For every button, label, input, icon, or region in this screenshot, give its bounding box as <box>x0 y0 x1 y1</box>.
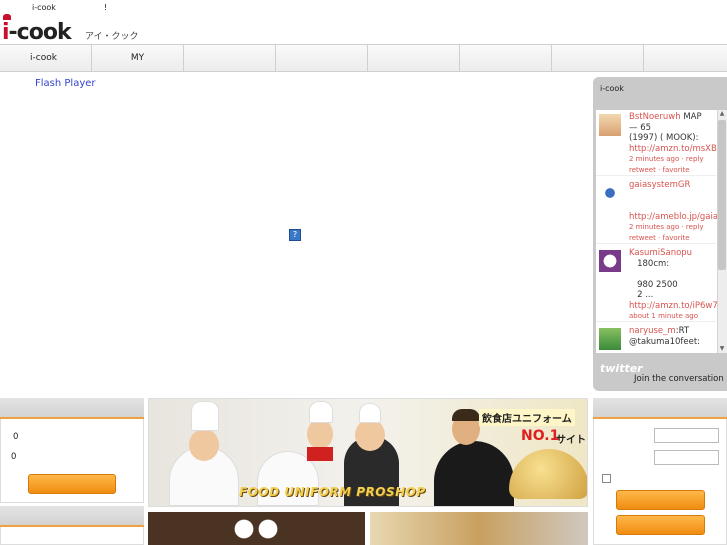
flash-player-link[interactable]: Flash Player <box>35 78 96 89</box>
chef-hat-icon <box>3 14 11 20</box>
nav-item-5[interactable] <box>368 45 460 71</box>
nav-item-6[interactable] <box>460 45 552 71</box>
header-exclaim: ! <box>104 3 108 12</box>
tweet-meta[interactable]: 2 minutes ago · reply <box>629 155 704 163</box>
register-button[interactable] <box>616 515 705 535</box>
count-value-2: 0 <box>11 452 17 462</box>
nav-item-home[interactable]: i-cook <box>0 45 92 71</box>
avatar[interactable] <box>599 328 621 350</box>
promo-banner-3[interactable] <box>370 512 588 545</box>
twitter-feed: BstNoeruwh MAP — 65 (1997) ( MOOK): http… <box>596 110 727 353</box>
site-header: i-cook ! i-cook アイ・クック <box>0 0 727 45</box>
tweet-user[interactable]: BstNoeruwh <box>629 112 681 122</box>
tweet-meta[interactable]: 2 minutes ago · reply <box>629 223 704 231</box>
scrollbar-thumb[interactable] <box>718 120 726 270</box>
twitter-widget: i-cook BstNoeruwh MAP — 65 (1997) ( MOOK… <box>593 77 727 391</box>
nav-item-8[interactable] <box>644 45 727 71</box>
banner-uniform-text: 飲食店ユニフォーム <box>479 409 575 426</box>
right-box-header <box>593 398 727 419</box>
uniform-banner[interactable]: 飲食店ユニフォーム NO.1 サイト FOOD UNIFORM PROSHOP <box>148 398 588 507</box>
twitter-widget-title: i-cook <box>600 84 624 93</box>
scroll-up-icon[interactable]: ▲ <box>718 110 726 118</box>
promo-banner-2[interactable] <box>148 512 365 545</box>
login-button[interactable] <box>616 490 705 510</box>
tweet-user[interactable]: KasumiSanopu <box>629 248 692 258</box>
nav-item-my[interactable]: MY <box>92 45 184 71</box>
avatar[interactable] <box>599 114 621 136</box>
tweet-item: KasumiSanopu 180cm: 980 2500 2 ... http:… <box>596 246 717 322</box>
banner-site-text: サイト <box>556 435 586 446</box>
tweet-item: gaiasystemGR http://ameblo.jp/gaias 2 mi… <box>596 178 717 244</box>
plugin-missing-icon[interactable]: ? <box>289 229 301 241</box>
food-dish <box>509 449 587 499</box>
brush-logo <box>226 514 286 544</box>
left-box-body: 0 0 <box>0 419 144 503</box>
avatar[interactable] <box>599 182 621 204</box>
chef-figure <box>434 441 514 506</box>
tweet-link[interactable]: http://amzn.to/iP6w7y <box>629 301 717 311</box>
scroll-down-icon[interactable]: ▼ <box>718 345 726 353</box>
twitter-feed-scrollbar[interactable]: ▲ ▼ <box>717 110 727 353</box>
tweet-actions[interactable]: retweet · favorite <box>629 234 690 242</box>
left-box2-body <box>0 527 144 545</box>
tweet-user[interactable]: gaiasystemGR <box>629 180 690 190</box>
nav-item-4[interactable] <box>276 45 368 71</box>
tweet-user[interactable]: naryuse_m <box>629 326 676 336</box>
nav-item-7[interactable] <box>552 45 644 71</box>
nav-item-3[interactable] <box>184 45 276 71</box>
banner-no1-text: NO.1 <box>521 428 560 444</box>
left-box2-header <box>0 506 144 527</box>
tweet-actions[interactable]: retweet · favorite <box>629 166 690 174</box>
left-box-header <box>0 398 144 419</box>
site-logo[interactable]: i-cook <box>2 14 72 45</box>
left-box-button[interactable] <box>28 474 116 494</box>
avatar[interactable] <box>599 250 621 272</box>
login-password-input[interactable] <box>654 450 719 465</box>
tweet-link[interactable]: http://amzn.to/msXBm <box>629 144 717 154</box>
main-nav: i-cook MY <box>0 44 727 72</box>
header-site-name[interactable]: i-cook <box>32 3 56 12</box>
logo-kana: アイ・クック <box>85 32 139 42</box>
tweet-link[interactable]: http://ameblo.jp/gaias <box>629 212 717 222</box>
tweet-meta[interactable]: about 1 minute ago <box>629 312 698 320</box>
count-value-1: 0 <box>13 432 19 442</box>
login-id-input[interactable] <box>654 428 719 443</box>
tweet-item: BstNoeruwh MAP — 65 (1997) ( MOOK): http… <box>596 110 717 176</box>
remember-me-checkbox[interactable] <box>602 474 611 483</box>
banner-proshop-text: FOOD UNIFORM PROSHOP <box>239 485 426 499</box>
tweet-item: naryuse_m:RT @takuma10feet: <box>596 324 716 353</box>
twitter-join-link[interactable]: Join the conversation <box>634 374 724 384</box>
login-box <box>593 419 727 545</box>
